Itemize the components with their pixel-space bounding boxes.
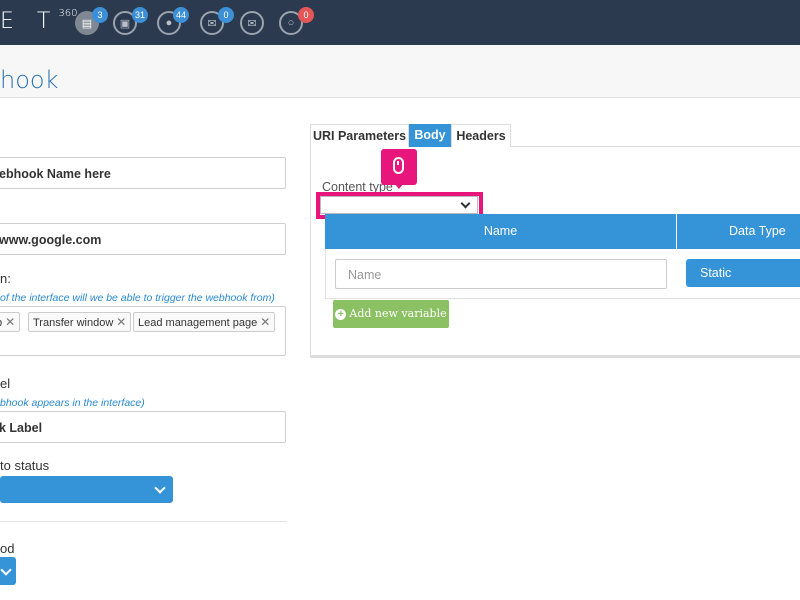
document-badge: 3 [92,7,108,23]
mouse-icon [393,157,404,174]
trigger-label: n: [0,271,11,286]
tab-body[interactable]: Body [409,124,451,147]
table-header-name: Name [325,214,676,249]
mail-badge: 0 [218,7,234,23]
label-hint: bhook appears in the interface) [0,397,145,409]
tag-item: Lead management page ✕ [133,312,276,332]
app-logo[interactable]: E T360 [0,8,77,34]
tag-item: Transfer window ✕ [28,312,132,332]
tag-item: p✕ [0,312,21,332]
add-variable-button[interactable]: + Add new variable [333,300,449,328]
open-mail-icon[interactable]: ✉ [240,11,264,35]
webhook-label-field[interactable]: k Label [0,411,286,443]
status-label: to status [0,458,50,473]
page-header [0,45,800,98]
page-title: hook [0,66,59,94]
table-header-data-type: Data Type [677,214,800,249]
tag-remove-icon[interactable]: ✕ [260,315,270,329]
top-navbar: E T360 ▤ 3 ▣ 31 ● 44 ✉ 0 ✉ ○ 0 [0,0,800,45]
click-indicator [381,149,417,189]
tab-uri-parameters[interactable]: URI Parameters [310,124,409,147]
divider [0,521,287,522]
chevron-down-icon [0,564,12,576]
chat-badge: 44 [173,7,190,23]
data-type-select[interactable]: Static [686,259,800,287]
method-select[interactable] [0,557,16,585]
status-select[interactable] [0,476,173,503]
tab-headers[interactable]: Headers [451,124,511,147]
trigger-tags-input[interactable]: p✕ Transfer window✕ Lead management page… [0,306,286,356]
webhook-url-field[interactable]: www.google.com [0,223,286,255]
image-badge: 31 [132,7,149,23]
method-label: od [0,541,15,556]
tag-remove-icon[interactable]: ✕ [116,315,126,329]
chevron-down-icon [154,482,166,494]
label-field-label: el [0,376,11,391]
trigger-hint: of the interface will we be able to trig… [0,292,275,304]
comment-badge: 0 [298,7,314,23]
variable-name-input[interactable]: Name [335,259,667,289]
plus-circle-icon: + [335,309,347,320]
webhook-name-field[interactable]: ebhook Name here [0,157,286,189]
tag-remove-icon[interactable]: ✕ [5,315,15,329]
